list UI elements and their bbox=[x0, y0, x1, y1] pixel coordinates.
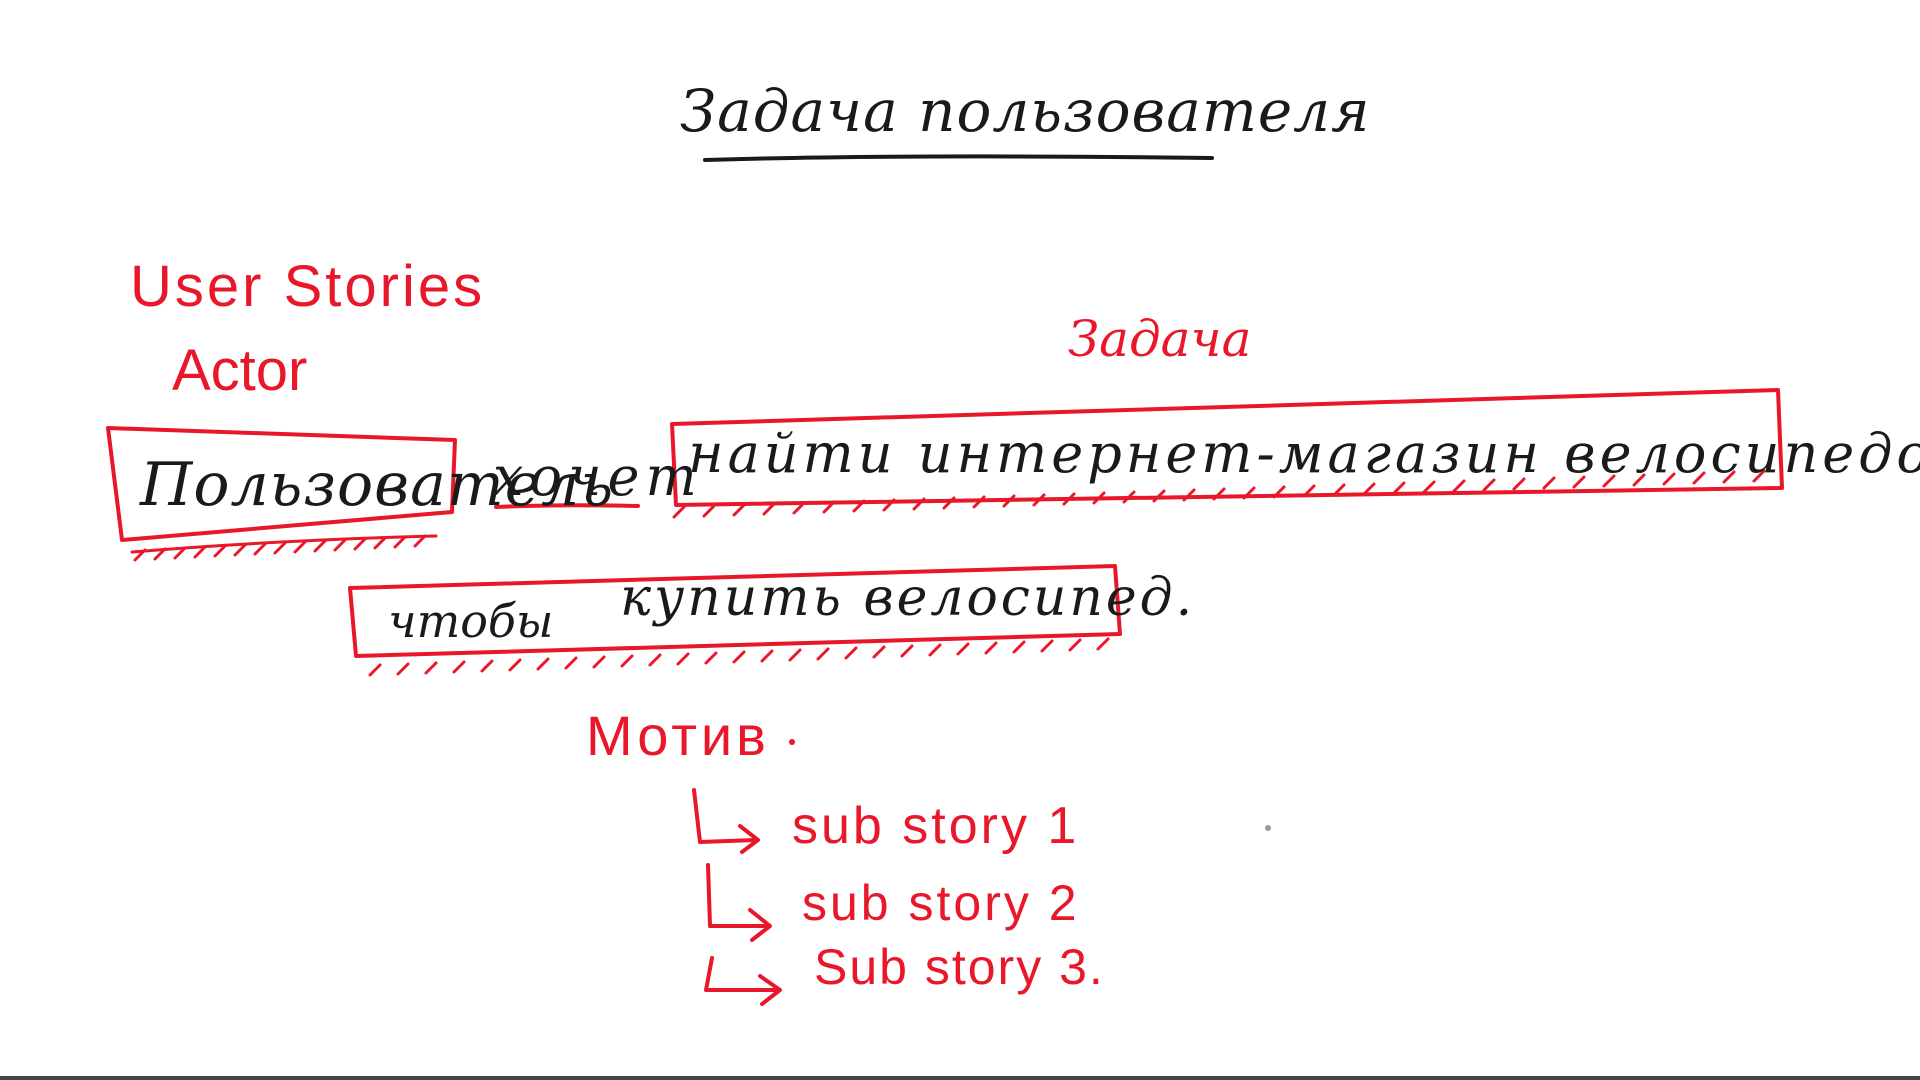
title-underline bbox=[703, 154, 1214, 162]
motive-prefix: чтобы bbox=[388, 594, 554, 648]
actor-hatching bbox=[130, 534, 438, 562]
bottom-edge-bar bbox=[0, 1076, 1920, 1080]
sub-story-arrow-3 bbox=[704, 956, 782, 1006]
user-stories-label: User Stories bbox=[130, 254, 486, 319]
motive-label: Мотив bbox=[586, 704, 770, 767]
sub-story-3: Sub story 3. bbox=[814, 939, 1105, 995]
motive-dot bbox=[789, 739, 795, 745]
whiteboard-canvas: Задача пользователя User Stories Actor З… bbox=[0, 0, 1920, 1080]
task-text: найти интернет-магазин велосипедов, bbox=[688, 422, 1920, 485]
wants-word: хочет bbox=[493, 445, 703, 508]
stray-dot bbox=[1265, 825, 1271, 831]
sub-story-1: sub story 1 bbox=[792, 797, 1080, 855]
sub-story-2: sub story 2 bbox=[802, 875, 1080, 931]
actor-label: Actor bbox=[172, 338, 308, 403]
task-label: Задача bbox=[1068, 310, 1252, 368]
sub-story-arrow-2 bbox=[706, 863, 772, 942]
sub-story-arrow-1 bbox=[692, 788, 760, 854]
page-title: Задача пользователя bbox=[680, 77, 1371, 145]
motive-text: купить велосипед. bbox=[620, 568, 1196, 628]
